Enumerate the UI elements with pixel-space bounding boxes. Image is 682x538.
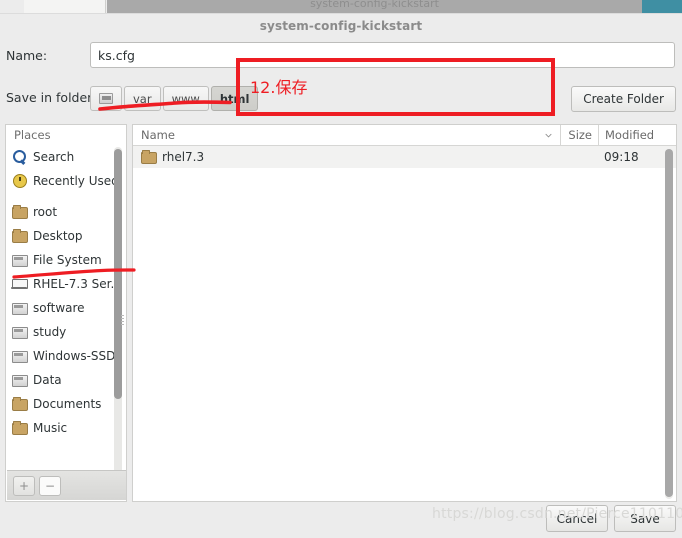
places-footer-toolbar: + − [7, 470, 126, 500]
sidebar-item-documents[interactable]: Documents [6, 392, 116, 416]
folder-icon [12, 229, 28, 243]
places-header: Places [6, 125, 126, 145]
sidebar-item-label: Windows-SSD [33, 349, 116, 363]
dialog-action-bar: Cancel Save [546, 505, 676, 532]
chevron-down-icon [545, 133, 552, 138]
folder-icon [141, 150, 157, 164]
dialog-title: system-config-kickstart [259, 19, 423, 33]
add-bookmark-button[interactable]: + [13, 475, 35, 496]
create-folder-button[interactable]: Create Folder [571, 86, 676, 112]
cancel-button[interactable]: Cancel [546, 505, 608, 532]
name-label: Name: [6, 48, 48, 63]
save-in-folder-label: Save in folder: [6, 90, 97, 105]
file-list-scrollbar[interactable] [665, 149, 673, 499]
sidebar-item-study[interactable]: study [6, 320, 116, 344]
file-list-panel: Name Size Modified rhel7.3 09:18 [132, 124, 677, 502]
column-header-name-label: Name [141, 128, 175, 142]
sidebar-item-label: Desktop [33, 229, 83, 243]
sidebar-item-label: Music [33, 421, 68, 435]
sidebar-item-recently-used[interactable]: Recently Used [6, 169, 116, 193]
background-window-left [0, 0, 24, 13]
background-window-strip: system-config-kickstart [0, 0, 682, 13]
remove-bookmark-button[interactable]: − [39, 475, 61, 496]
table-row[interactable]: rhel7.3 09:18 [133, 146, 676, 168]
folder-icon [12, 421, 28, 435]
file-name-cell: rhel7.3 [133, 150, 560, 164]
folder-icon [12, 205, 28, 219]
sidebar-item-label: File System [33, 253, 102, 267]
sidebar-item-data[interactable]: Data [6, 368, 116, 392]
sidebar-item-desktop[interactable]: Desktop [6, 224, 116, 248]
screenshot-root: system-config-kickstart system-config-ki… [0, 0, 682, 538]
places-scrollbar[interactable] [114, 147, 122, 477]
sidebar-item-windows-ssd[interactable]: Windows-SSD [6, 344, 116, 368]
drive-icon [12, 325, 28, 339]
sidebar-item-label: Data [33, 373, 62, 387]
dialog-body: Places Search Recently Used root Desktop… [5, 124, 677, 502]
column-header-modified[interactable]: Modified [598, 125, 676, 145]
drive-icon [12, 301, 28, 315]
search-icon [12, 150, 27, 164]
save-button[interactable]: Save [614, 505, 676, 532]
sidebar-item-label: study [33, 325, 67, 339]
file-list-header: Name Size Modified [133, 125, 676, 146]
places-sidebar: Places Search Recently Used root Desktop… [5, 124, 127, 502]
drive-icon [12, 253, 28, 267]
sidebar-item-root[interactable]: root [6, 200, 116, 224]
column-header-name[interactable]: Name [133, 125, 560, 145]
sidebar-item-label: software [33, 301, 85, 315]
annotation-label: 12.保存 [250, 78, 308, 97]
file-name-label: rhel7.3 [162, 150, 205, 164]
sidebar-item-label: Recently Used [33, 174, 116, 188]
sidebar-item-search[interactable]: Search [6, 145, 116, 169]
sidebar-item-label: Documents [33, 397, 102, 411]
background-window-title: system-config-kickstart [310, 0, 439, 10]
places-divider [6, 193, 116, 200]
sidebar-item-label: root [33, 205, 58, 219]
background-window-accent [642, 0, 682, 13]
file-list-scrollbar-thumb[interactable] [665, 149, 673, 497]
places-resize-grip[interactable] [121, 315, 124, 329]
annotation-underline-path [98, 100, 232, 111]
column-header-size[interactable]: Size [560, 125, 598, 145]
folder-icon [12, 397, 28, 411]
places-list: Search Recently Used root Desktop File S… [6, 145, 116, 483]
sidebar-item-label: Search [33, 150, 75, 164]
clock-icon [12, 174, 27, 188]
annotation-underline-sidebar [12, 268, 136, 279]
sidebar-item-software[interactable]: software [6, 296, 116, 320]
drive-icon [12, 349, 28, 363]
sidebar-item-music[interactable]: Music [6, 416, 116, 440]
drive-icon [12, 373, 28, 387]
background-window-tab[interactable] [24, 0, 106, 13]
